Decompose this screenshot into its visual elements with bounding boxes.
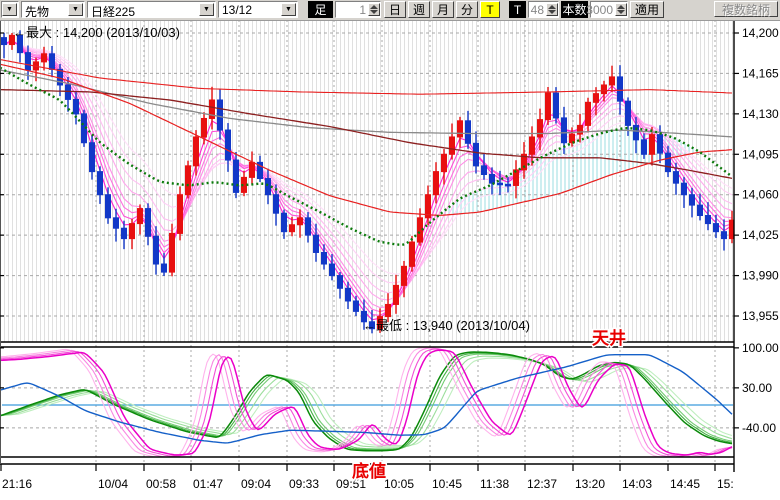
svg-text:10:45: 10:45 [432, 477, 462, 491]
svg-text:14,130: 14,130 [742, 107, 779, 121]
period-day-button[interactable]: 日 [384, 1, 406, 18]
svg-text:13,955: 13,955 [742, 309, 779, 323]
spinner-arrows-icon[interactable] [368, 3, 380, 16]
chevron-down-icon[interactable]: ▼ [68, 3, 83, 16]
period-minute-button[interactable]: 分 [456, 1, 478, 18]
period-month-button[interactable]: 月 [432, 1, 454, 18]
svg-text:00:58: 00:58 [146, 477, 176, 491]
svg-text:09:04: 09:04 [241, 477, 271, 491]
max-annotation: ←最大 : 14,200 (2013/10/03) [13, 25, 180, 40]
contract-combo[interactable]: 13/12 ▼ [218, 1, 298, 18]
price-axis-labels: 14,200 14,165 14,130 14,095 14,060 14,025 13,9… [742, 26, 779, 435]
svg-text:14,060: 14,060 [742, 188, 779, 202]
instrument-value: 先物 [25, 3, 49, 20]
chevron-down-icon[interactable]: ▼ [2, 3, 17, 16]
chevron-down-icon[interactable]: ▼ [199, 3, 214, 16]
toolbar: ▼ 先物 ▼ 日経225 ▼ 13/12 ▼ 足 1 日 週 月 分 T T 4… [0, 0, 780, 21]
svg-text:14,200: 14,200 [742, 26, 779, 40]
chevron-down-icon[interactable]: ▼ [281, 3, 296, 16]
tick-stepper[interactable]: 48 [528, 1, 559, 18]
multi-symbol-button[interactable]: 複数銘柄 [714, 1, 778, 17]
svg-text:10/04: 10/04 [98, 477, 128, 491]
svg-text:14,095: 14,095 [742, 147, 779, 161]
svg-text:10:05: 10:05 [384, 477, 414, 491]
honsu-label: 本数 [561, 1, 588, 18]
apply-button[interactable]: 適用 [630, 1, 664, 18]
honsu-stepper[interactable]: 3000 [590, 1, 628, 18]
interval-value: 1 [359, 3, 366, 17]
svg-text:14,165: 14,165 [742, 66, 779, 80]
ashi-label: 足 [308, 1, 333, 18]
svg-text:100.00: 100.00 [742, 341, 779, 355]
symbol-value: 日経225 [91, 3, 135, 20]
symbol-combo[interactable]: 日経225 ▼ [87, 1, 216, 18]
svg-text:14:03: 14:03 [622, 477, 652, 491]
interval-stepper[interactable]: 1 [335, 1, 381, 18]
min-annotation: ←最低 : 13,940 (2013/10/04) [363, 318, 530, 333]
svg-text:12:37: 12:37 [527, 477, 557, 491]
svg-text:21:16: 21:16 [2, 477, 32, 491]
svg-text:09:33: 09:33 [289, 477, 319, 491]
trading-chart-app: { "toolbar": { "instrument": "先物", "symb… [0, 0, 780, 500]
tick-value: 48 [531, 3, 544, 17]
floor-annotation: 底値 [352, 461, 386, 481]
svg-text:13,990: 13,990 [742, 269, 779, 283]
svg-text:14:45: 14:45 [670, 477, 700, 491]
svg-text:11:38: 11:38 [480, 477, 509, 491]
oscillator-lines [0, 348, 732, 458]
svg-text:15:: 15: [717, 477, 734, 491]
period-tick-button[interactable]: T [480, 1, 500, 18]
ceiling-annotation: 天井 [592, 328, 626, 348]
svg-text:30.00: 30.00 [742, 381, 772, 395]
honsu-value: 3000 [586, 3, 613, 17]
chart-canvas[interactable]: 14,200 14,165 14,130 14,095 14,060 14,025 13,9… [0, 20, 780, 500]
tick-label: T [509, 1, 526, 18]
svg-text:01:47: 01:47 [193, 477, 223, 491]
price-panel[interactable] [0, 20, 734, 342]
spinner-arrows-icon[interactable] [546, 3, 558, 16]
svg-text:14,025: 14,025 [742, 228, 779, 242]
contract-value: 13/12 [222, 3, 252, 17]
svg-text:13:20: 13:20 [575, 477, 605, 491]
svg-text:-40.00: -40.00 [742, 421, 776, 435]
period-week-button[interactable]: 週 [408, 1, 430, 18]
mini-combo[interactable]: ▼ [1, 1, 19, 18]
instrument-combo[interactable]: 先物 ▼ [21, 1, 85, 18]
spinner-arrows-icon[interactable] [615, 3, 627, 16]
